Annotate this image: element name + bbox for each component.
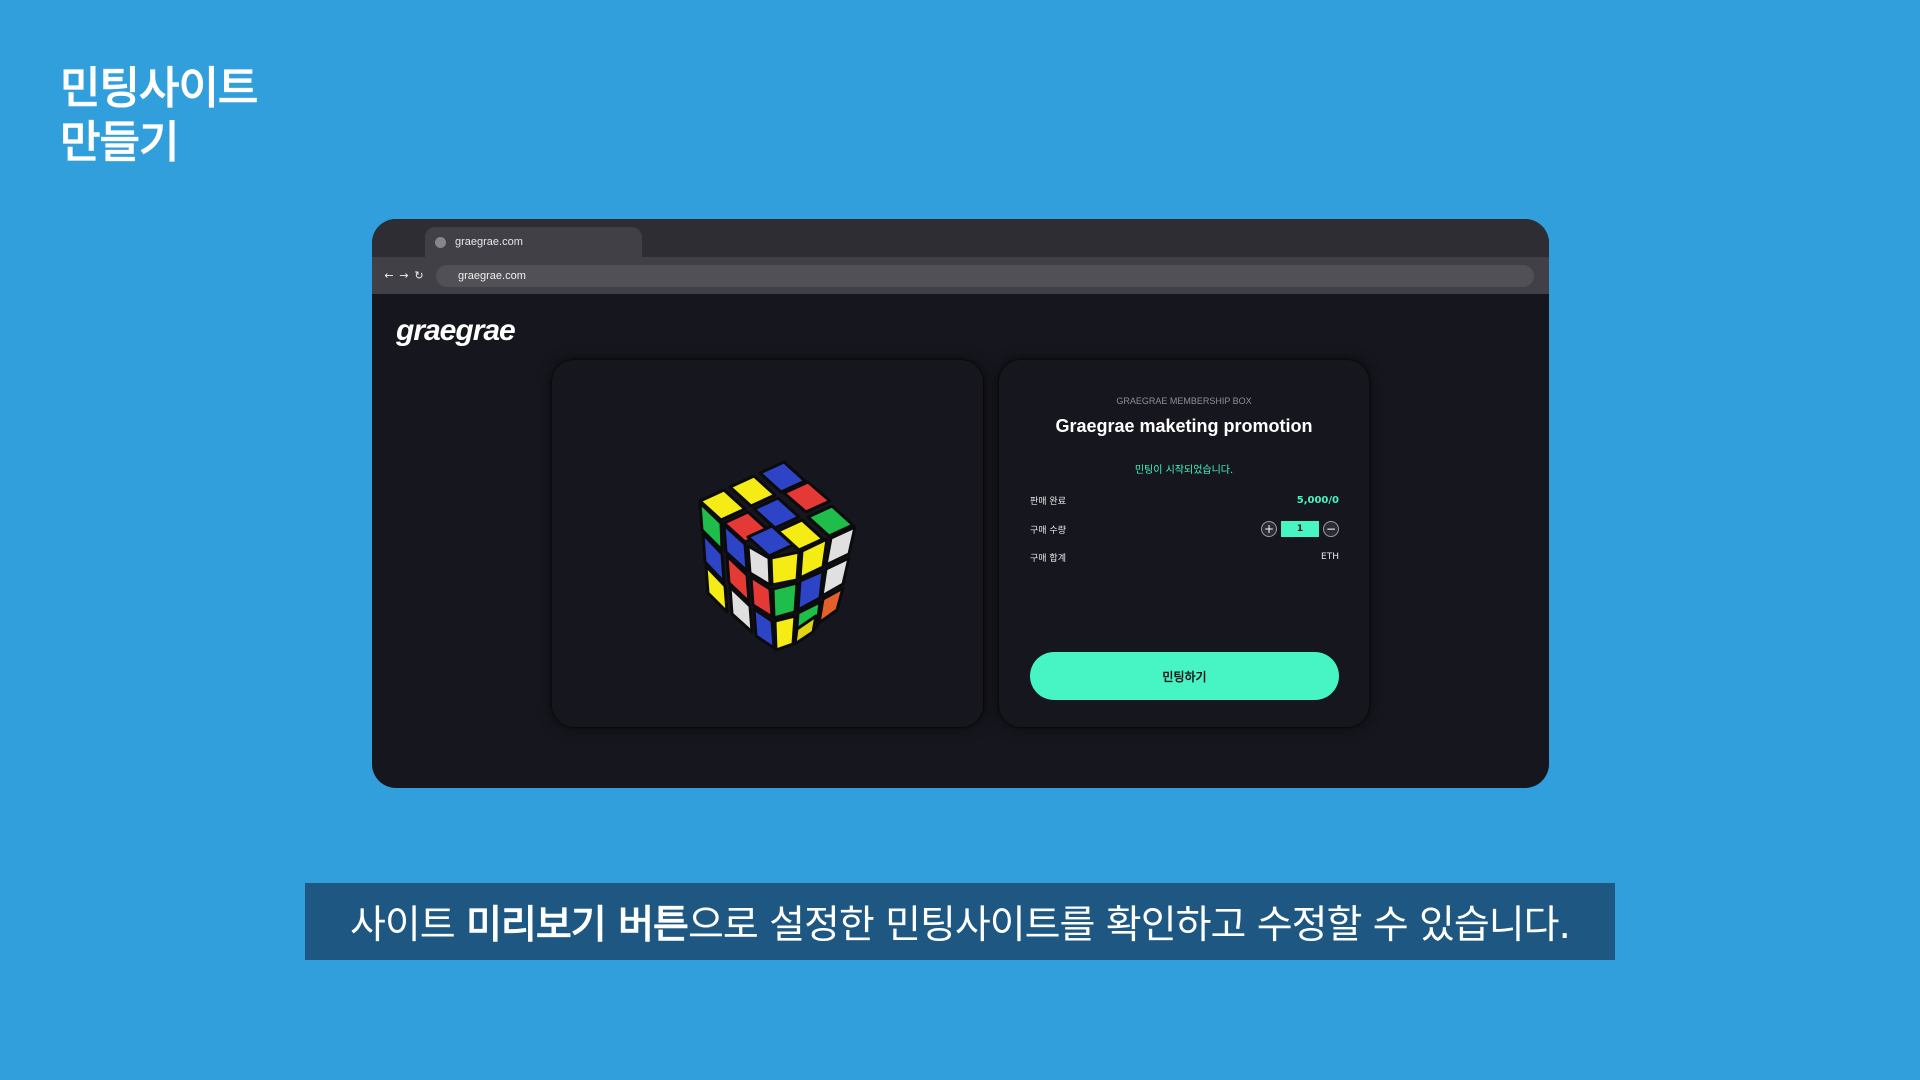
forward-arrow-icon[interactable]: → [399, 269, 409, 282]
total-value: ETH [1321, 552, 1339, 562]
browser-toolbar: ← → ↻ graegrae.com [372, 257, 1549, 294]
browser-window: graegrae.com ← → ↻ graegrae.com graegrae [372, 219, 1549, 788]
address-bar-url: graegrae.com [458, 269, 526, 282]
address-bar[interactable]: graegrae.com [436, 264, 1534, 287]
promo-title: Graegrae maketing promotion [1055, 416, 1313, 436]
sold-value: 5,000/0 [1296, 494, 1339, 506]
page-title: 민팅사이트 만들기 [60, 62, 258, 170]
page-title-line2: 만들기 [60, 117, 179, 168]
box-label: GRAEGRAE MEMBERSHIP BOX [1116, 396, 1252, 406]
reload-icon[interactable]: ↻ [414, 269, 424, 282]
total-label: 구매 합계 [1030, 553, 1066, 564]
quantity-row: 구매 수량 + 1 − [1030, 519, 1339, 539]
mint-info-card: GRAEGRAE MEMBERSHIP BOX Graegrae maketin… [999, 360, 1369, 727]
nav-buttons: ← → ↻ [384, 269, 424, 282]
tab-title: graegrae.com [455, 236, 523, 248]
quantity-field[interactable]: 1 [1281, 521, 1319, 537]
total-row: 구매 합계 ETH [1030, 547, 1339, 567]
back-arrow-icon[interactable]: ← [384, 269, 394, 282]
mint-button[interactable]: 민팅하기 [1030, 652, 1339, 700]
browser-tab[interactable]: graegrae.com [425, 227, 642, 257]
browser-tabstrip: graegrae.com [372, 219, 1549, 257]
quantity-label: 구매 수량 [1030, 525, 1066, 536]
nft-preview-card [552, 360, 983, 727]
rubiks-cube-image [698, 460, 857, 652]
caption-bold: 미리보기 버튼 [466, 902, 689, 948]
caption-before: 사이트 [350, 902, 467, 948]
favicon-icon [435, 236, 446, 248]
sold-row: 판매 완료 5,000/0 [1030, 490, 1339, 510]
mint-status-text: 민팅이 시작되었습니다. [1134, 465, 1234, 476]
page-title-line1: 민팅사이트 [60, 63, 258, 114]
minus-button[interactable]: − [1323, 521, 1339, 537]
sold-label: 판매 완료 [1030, 496, 1066, 507]
plus-button[interactable]: + [1261, 521, 1277, 537]
site-logo[interactable]: graegrae [396, 314, 516, 348]
caption-after: 으로 설정한 민팅사이트를 확인하고 수정할 수 있습니다. [687, 902, 1571, 948]
quantity-stepper: + 1 − [1261, 521, 1339, 537]
subtitle-caption: 사이트 미리보기 버튼 으로 설정한 민팅사이트를 확인하고 수정할 수 있습니다… [305, 883, 1615, 960]
